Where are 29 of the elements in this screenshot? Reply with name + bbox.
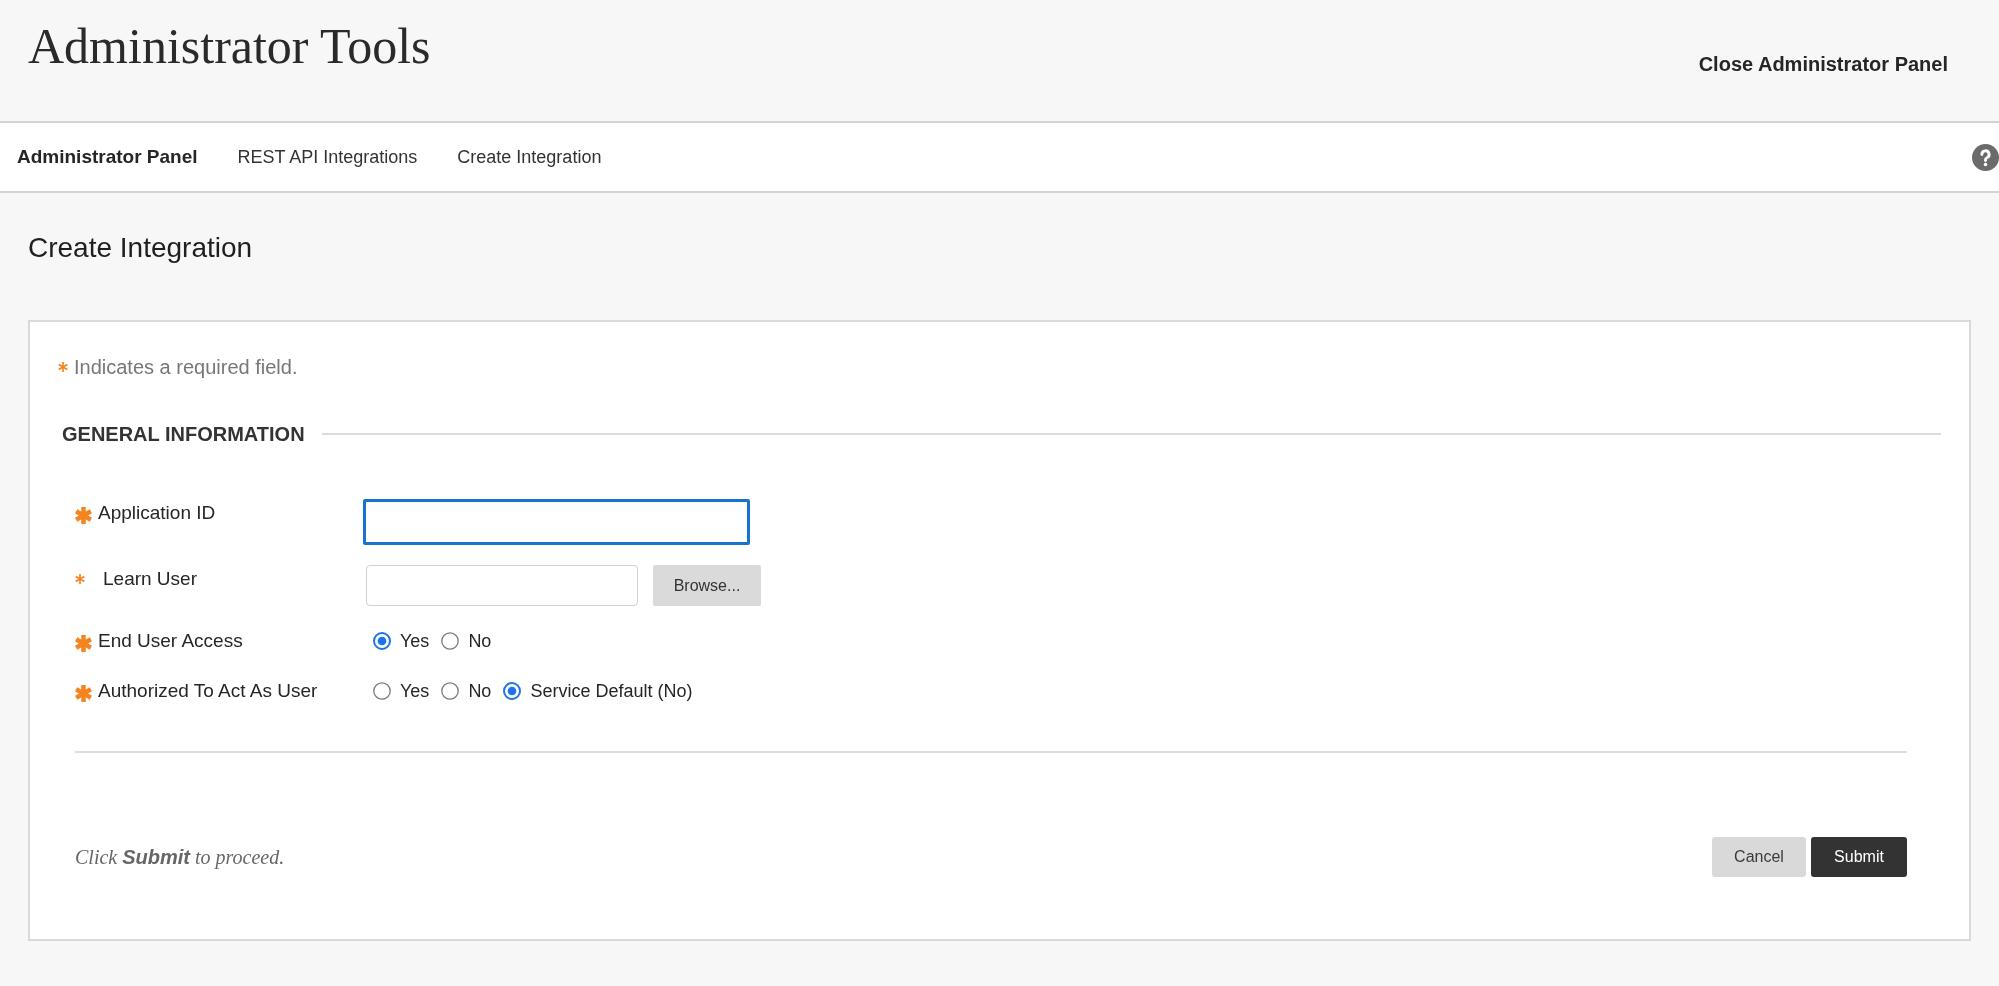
breadcrumb-link[interactable]: REST API Integrations [237, 145, 418, 169]
radio-label[interactable]: Service Default (No) [530, 676, 693, 706]
breadcrumb-link[interactable]: Create Integration [457, 145, 602, 169]
submit-button[interactable]: Submit [1811, 837, 1907, 877]
radio-button[interactable] [373, 632, 391, 650]
field-label: Learn User [103, 567, 197, 591]
breadcrumb-link[interactable]: Administrator Panel [17, 145, 198, 169]
help-icon[interactable] [1972, 143, 1999, 171]
radio-button[interactable] [503, 682, 522, 700]
browse-button[interactable]: Browse... [653, 565, 761, 606]
radio-label[interactable]: Yes [400, 676, 430, 706]
radio-button[interactable] [441, 632, 460, 650]
page-title: Administrator Tools [28, 21, 431, 71]
close-panel-link[interactable]: Close Administrator Panel [1698, 52, 1948, 76]
radio-label[interactable]: Yes [400, 626, 430, 656]
field-label: End User Access [98, 629, 243, 653]
radio-label[interactable]: No [468, 626, 492, 656]
radio-button[interactable] [373, 682, 391, 700]
section-heading: Create Integration [28, 231, 253, 265]
section-title: GENERAL INFORMATION [62, 422, 305, 447]
field-label: Authorized To Act As User [98, 679, 318, 703]
asterisk-icon [58, 362, 68, 372]
field-label: Application ID [98, 501, 216, 525]
radio-button[interactable] [441, 682, 460, 700]
cancel-button[interactable]: Cancel [1712, 837, 1806, 877]
radio-label[interactable]: No [468, 676, 492, 706]
text-field[interactable] [363, 499, 750, 545]
submit-instruction: Click Submit to proceed. [75, 845, 285, 870]
required-note: Indicates a required field. [74, 355, 298, 379]
